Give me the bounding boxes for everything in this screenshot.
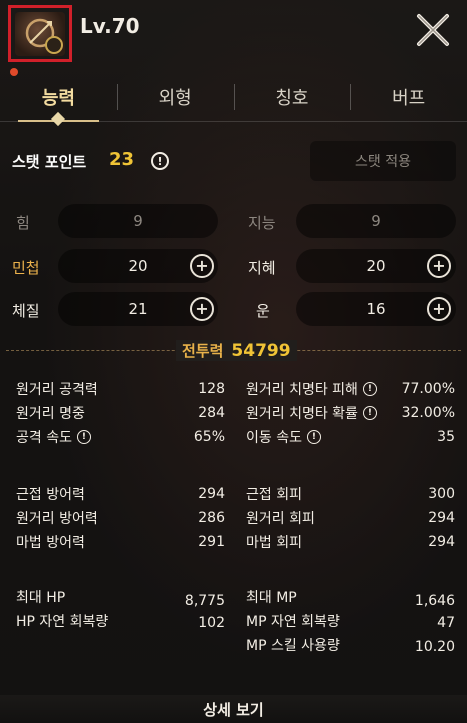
melee-defense-label: 근접 방어력 (16, 487, 85, 503)
magic-evasion-value: 294 (428, 534, 455, 550)
ranged-accuracy-value: 284 (198, 405, 225, 421)
stat-con-label: 체질 (12, 302, 40, 320)
hp-regen-label: HP 자연 회복량 (16, 614, 109, 630)
mp-skill-cost-label: MP 스킬 사용량 (246, 638, 340, 654)
luk-plus-button[interactable]: + (427, 297, 451, 321)
character-avatar-frame[interactable] (8, 5, 72, 62)
ranged-evasion-value: 294 (428, 510, 455, 526)
move-speed-info-icon[interactable]: ! (306, 430, 321, 444)
combat-power-label: 전투력 (182, 342, 224, 360)
mp-regen-value: 47 (437, 615, 455, 631)
move-speed-label: 이동 속도! (246, 427, 321, 447)
attack-speed-info-icon[interactable]: ! (76, 430, 91, 444)
close-button[interactable] (413, 10, 453, 50)
max-hp-value: 8,775 (184, 593, 225, 609)
ranged-crit-damage-info-icon[interactable]: ! (362, 382, 377, 396)
dex-plus-button[interactable]: + (190, 254, 214, 278)
ranged-crit-rate-info-icon[interactable]: ! (362, 406, 377, 420)
tab-bar: 능력 외형 칭호 버프 (0, 72, 467, 122)
stat-points-value: 23 (109, 149, 135, 170)
hp-regen-value: 102 (198, 615, 225, 631)
avatar[interactable] (15, 12, 65, 56)
class-badge-icon (45, 36, 63, 54)
stat-wis-label: 지혜 (248, 259, 276, 277)
character-level: Lv.70 (80, 14, 140, 38)
apply-stats-button[interactable]: 스탯 적용 (310, 141, 456, 181)
max-mp-label: 최대 MP (246, 590, 297, 606)
stat-int-label: 지능 (248, 214, 276, 232)
attack-speed-label: 공격 속도! (16, 427, 91, 447)
max-hp-label: 최대 HP (16, 590, 66, 606)
close-icon (417, 14, 449, 46)
attack-speed-value: 65% (193, 429, 225, 445)
tab-appearance[interactable]: 외형 (116, 72, 234, 121)
melee-evasion-label: 근접 회피 (246, 487, 302, 503)
stat-luk-label: 운 (256, 302, 270, 320)
ranged-crit-rate-value: 32.00% (401, 405, 455, 421)
melee-evasion-value: 300 (428, 486, 455, 502)
ranged-crit-damage-label: 원거리 치명타 피해! (246, 379, 377, 399)
stat-dex-label: 민첩 (12, 259, 40, 277)
magic-evasion-label: 마법 회피 (246, 535, 302, 551)
combat-power-value: 54799 (231, 340, 291, 361)
stat-points-label: 스탯 포인트 (12, 153, 87, 171)
ranged-defense-label: 원거리 방어력 (16, 511, 98, 527)
magic-defense-value: 291 (198, 534, 225, 550)
ranged-evasion-label: 원거리 회피 (246, 511, 315, 527)
ranged-accuracy-label: 원거리 명중 (16, 406, 85, 422)
magic-defense-label: 마법 방어력 (16, 535, 85, 551)
stat-str-value: 9 (58, 204, 218, 238)
ranged-crit-damage-value: 77.00% (401, 381, 455, 397)
combat-power: 전투력 54799 (176, 340, 297, 361)
ranged-defense-value: 286 (198, 510, 225, 526)
melee-defense-value: 294 (198, 486, 225, 502)
header: Lv.70 (0, 0, 467, 76)
tab-buff[interactable]: 버프 (350, 72, 467, 121)
wis-plus-button[interactable]: + (427, 254, 451, 278)
tab-title[interactable]: 칭호 (233, 72, 351, 121)
view-details-button[interactable]: 상세 보기 (0, 695, 467, 723)
stat-int-value: 9 (296, 204, 456, 238)
ranged-attack-value: 128 (198, 381, 225, 397)
ranged-attack-label: 원거리 공격력 (16, 382, 98, 398)
move-speed-value: 35 (437, 429, 455, 445)
mp-regen-label: MP 자연 회복량 (246, 614, 340, 630)
ranged-crit-rate-label: 원거리 치명타 확률! (246, 403, 377, 423)
con-plus-button[interactable]: + (190, 297, 214, 321)
max-mp-value: 1,646 (414, 593, 455, 609)
mp-skill-cost-value: 10.20 (414, 639, 455, 655)
stat-points-info-icon[interactable]: ! (151, 152, 169, 170)
stat-str-label: 힘 (16, 214, 30, 232)
